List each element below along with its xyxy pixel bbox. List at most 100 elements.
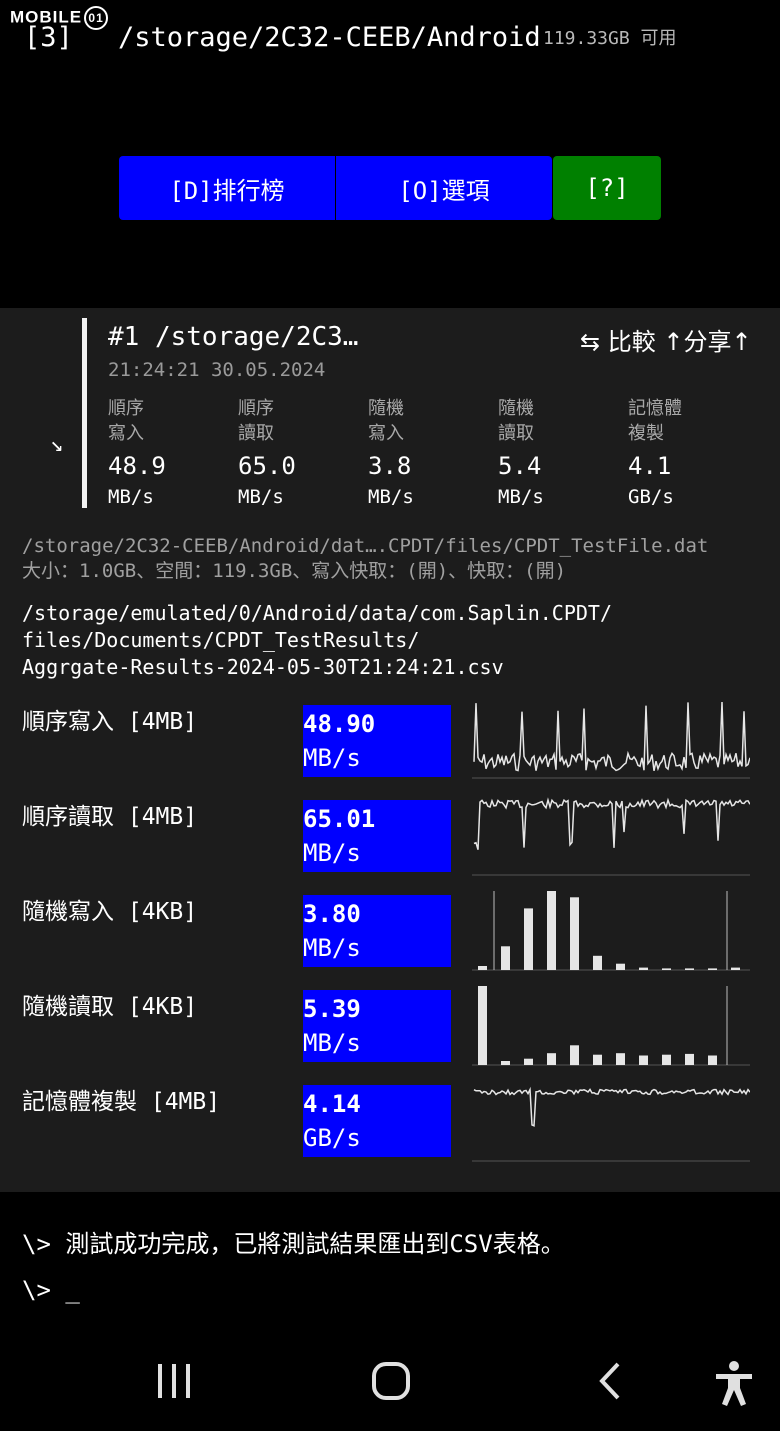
seq-write-trace (473, 701, 750, 772)
rand-read-hist-bar (708, 1055, 717, 1065)
metric-label: 隨機 (368, 398, 404, 419)
rand-write-hist-bar (662, 968, 671, 970)
test-value-seq-read: 65.01 MB/s (303, 800, 451, 872)
csv-path[interactable]: /storage/emulated/0/Android/data/com.Sap… (22, 600, 612, 681)
accessibility-icon[interactable] (712, 1358, 756, 1408)
metric-value: 3.8 (368, 452, 412, 480)
drive-path[interactable]: /storage/2C32-CEEB/Android (118, 22, 541, 53)
seq-read-graph (472, 797, 750, 876)
rand-read-hist-bar (685, 1053, 694, 1065)
rand-write-hist-bar (478, 966, 487, 970)
seq-read-trace (473, 797, 750, 850)
metric-label: 讀取 (238, 423, 274, 444)
rand-write-hist-bar (731, 967, 740, 970)
test-value: 3.80 (303, 900, 361, 928)
test-label-seq-write: 順序寫入 [4MB] (22, 709, 198, 735)
test-unit: MB/s (303, 1029, 361, 1057)
metric-seq-write: 順序 寫入 48.9 MB/s (108, 396, 228, 512)
rand-write-hist-bar (708, 968, 717, 970)
help-button[interactable]: [?] (553, 156, 661, 220)
test-value: 65.01 (303, 805, 376, 833)
back-icon[interactable] (596, 1360, 626, 1404)
metric-label: 複製 (628, 423, 664, 444)
drive-index[interactable]: [3] (24, 22, 73, 53)
console-prompt[interactable]: \> _ (22, 1276, 80, 1304)
metric-rand-read: 隨機 讀取 5.4 MB/s (498, 396, 618, 512)
run-timestamp: 21:24:21 30.05.2024 (108, 359, 326, 381)
rand-read-hist-bar (478, 986, 487, 1065)
csv-path-line: /storage/emulated/0/Android/data/com.Sap… (22, 601, 613, 625)
metric-seq-read: 順序 讀取 65.0 MB/s (238, 396, 358, 512)
metric-value: 4.1 (628, 452, 672, 480)
rand-read-hist-bar (662, 1054, 671, 1065)
metric-unit: MB/s (108, 486, 154, 508)
test-value: 4.14 (303, 1090, 361, 1118)
rand-read-hist-bar (639, 1055, 648, 1065)
test-unit: MB/s (303, 839, 361, 867)
rand-read-hist-bar (570, 1045, 579, 1066)
collapse-arrow-icon[interactable]: ↘ (50, 432, 63, 457)
metric-label: 順序 (238, 398, 274, 419)
test-label-rand-write: 隨機寫入 [4KB] (22, 899, 198, 925)
leaderboard-button[interactable]: [D]排行榜 (119, 156, 335, 220)
test-value-rand-read: 5.39 MB/s (303, 990, 451, 1062)
rand-read-hist-bar (524, 1058, 533, 1065)
metric-unit: MB/s (238, 486, 284, 508)
metric-label: 記憶體 (628, 398, 682, 419)
test-value-seq-write: 48.90 MB/s (303, 705, 451, 777)
rand-write-hist-bar (524, 908, 533, 970)
recents-icon[interactable] (152, 1360, 196, 1402)
rand-read-histogram (472, 986, 750, 1066)
rand-read-hist-bar (616, 1053, 625, 1065)
test-value-mem-copy: 4.14 GB/s (303, 1085, 451, 1157)
test-label-rand-read: 隨機讀取 [4KB] (22, 994, 198, 1020)
rand-write-hist-bar (570, 897, 579, 970)
test-file-info: /storage/2C32-CEEB/Android/dat….CPDT/fil… (22, 534, 708, 584)
metric-unit: MB/s (368, 486, 414, 508)
metric-value: 65.0 (238, 452, 296, 480)
rand-read-hist-bar (547, 1053, 556, 1065)
test-unit: GB/s (303, 1124, 361, 1152)
test-value-rand-write: 3.80 MB/s (303, 895, 451, 967)
result-indicator-bar (82, 318, 87, 508)
rand-read-hist-bar (501, 1061, 510, 1065)
test-file-details: 大小：1.0GB、空間：119.3GB、寫入快取：(開)、快取：(開) (22, 560, 567, 582)
metric-value: 48.9 (108, 452, 166, 480)
watermark-mark: 01 (84, 6, 109, 30)
home-icon[interactable] (370, 1360, 414, 1404)
metric-mem-copy: 記憶體 複製 4.1 GB/s (628, 396, 748, 512)
metric-label: 順序 (108, 398, 144, 419)
metric-unit: MB/s (498, 486, 544, 508)
metric-label: 隨機 (498, 398, 534, 419)
metric-label: 寫入 (368, 423, 404, 444)
test-label-seq-read: 順序讀取 [4MB] (22, 804, 198, 830)
metric-label: 寫入 (108, 423, 144, 444)
test-unit: MB/s (303, 744, 361, 772)
rand-write-hist-bar (501, 946, 510, 970)
csv-path-line: files/Documents/CPDT_TestResults/ (22, 628, 420, 652)
run-title: #1 /storage/2C3… (108, 322, 359, 352)
metric-unit: GB/s (628, 486, 674, 508)
options-button[interactable]: [O]選項 (336, 156, 552, 220)
rand-write-hist-bar (616, 963, 625, 970)
rand-write-hist-bar (639, 967, 648, 970)
test-value: 48.90 (303, 710, 376, 738)
metric-label: 讀取 (498, 423, 534, 444)
rand-read-hist-bar (593, 1054, 602, 1065)
rand-write-hist-bar (593, 955, 602, 970)
free-space: 119.33GB 可用 (543, 28, 677, 49)
compare-share-actions[interactable]: ⇆ 比較 ↑分享↑ (580, 322, 752, 357)
console-line-result: \> 測試成功完成，已將測試結果匯出到CSV表格。 (22, 1230, 565, 1258)
seq-write-graph (472, 701, 750, 779)
metric-value: 5.4 (498, 452, 542, 480)
test-file-path: /storage/2C32-CEEB/Android/dat….CPDT/fil… (22, 535, 709, 557)
test-label-mem-copy: 記憶體複製 [4MB] (22, 1089, 221, 1115)
mem-copy-graph (472, 1086, 750, 1162)
metric-rand-write: 隨機 寫入 3.8 MB/s (368, 396, 488, 512)
mem-copy-trace (473, 1086, 750, 1127)
rand-write-histogram (472, 891, 750, 971)
test-value: 5.39 (303, 995, 361, 1023)
rand-write-hist-bar (547, 891, 556, 970)
csv-path-line: Aggrgate-Results-2024-05-30T21:24:21.csv (22, 655, 504, 679)
rand-write-hist-bar (685, 968, 694, 970)
